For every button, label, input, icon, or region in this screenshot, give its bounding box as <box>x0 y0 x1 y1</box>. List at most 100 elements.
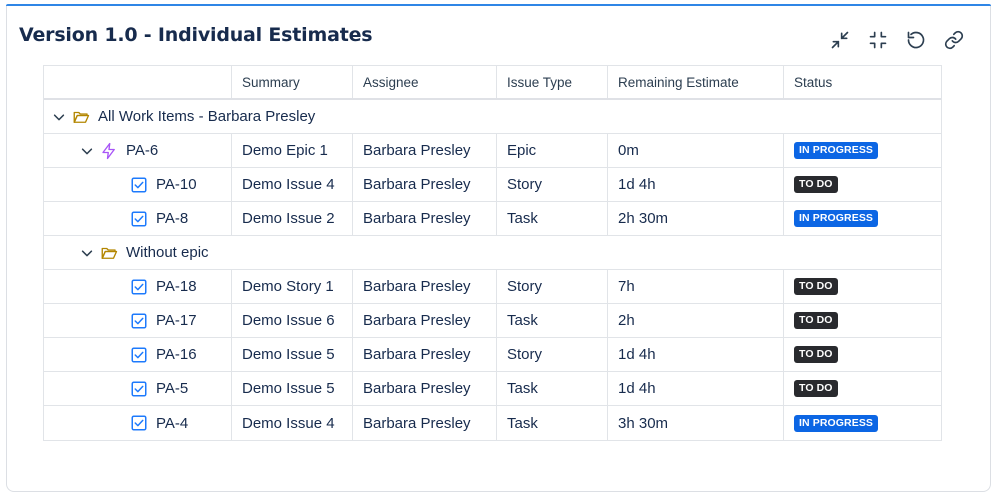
issue-key[interactable]: PA-10 <box>156 176 197 193</box>
summary-cell: Demo Epic 1 <box>232 134 353 167</box>
copy-link-button[interactable] <box>935 28 973 52</box>
estimate-cell: 3h 30m <box>608 406 784 440</box>
table-header: Summary Assignee Issue Type Remaining Es… <box>44 66 941 100</box>
status-cell: TO DO <box>784 372 941 405</box>
issue-key[interactable]: PA-5 <box>156 380 188 397</box>
issue-key[interactable]: PA-4 <box>156 415 188 432</box>
estimate-cell: 1d 4h <box>608 372 784 405</box>
table-row[interactable]: PA-8 Demo Issue 2 Barbara Presley Task 2… <box>44 202 941 236</box>
issue-type-cell: Task <box>497 406 608 440</box>
group-row-all-work-items[interactable]: All Work Items - Barbara Presley <box>44 100 941 134</box>
table-row[interactable]: PA-18 Demo Story 1 Barbara Presley Story… <box>44 270 941 304</box>
status-badge: IN PROGRESS <box>794 210 879 227</box>
issue-key[interactable]: PA-18 <box>156 278 197 295</box>
status-cell: TO DO <box>784 270 941 303</box>
assignee-cell: Barbara Presley <box>353 270 497 303</box>
issue-type-cell: Epic <box>497 134 608 167</box>
estimate-cell: 0m <box>608 134 784 167</box>
table-row[interactable]: PA-16 Demo Issue 5 Barbara Presley Story… <box>44 338 941 372</box>
status-cell: TO DO <box>784 304 941 337</box>
estimate-cell: 2h 30m <box>608 202 784 235</box>
status-badge: IN PROGRESS <box>794 414 879 432</box>
status-cell: TO DO <box>784 168 941 201</box>
group-cell: Without epic <box>44 236 941 269</box>
summary-cell: Demo Issue 5 <box>232 372 353 405</box>
assignee-cell: Barbara Presley <box>353 202 497 235</box>
key-cell: PA-4 <box>44 406 232 440</box>
checkbox-task-icon <box>131 279 147 294</box>
status-cell: IN PROGRESS <box>784 134 941 167</box>
status-cell: IN PROGRESS <box>784 406 941 440</box>
refresh-button[interactable] <box>897 28 935 52</box>
link-icon <box>944 30 964 50</box>
column-header-remaining-estimate[interactable]: Remaining Estimate <box>608 66 784 98</box>
chevron-down-icon[interactable] <box>80 246 94 260</box>
collapse-icon <box>831 31 849 49</box>
checkbox-task-icon <box>131 415 147 431</box>
status-badge: TO DO <box>794 176 838 193</box>
key-cell: PA-10 <box>44 168 232 201</box>
estimate-cell: 1d 4h <box>608 338 784 371</box>
column-header-summary[interactable]: Summary <box>232 66 353 98</box>
group-cell: All Work Items - Barbara Presley <box>44 100 941 133</box>
summary-cell: Demo Issue 2 <box>232 202 353 235</box>
assignee-cell: Barbara Presley <box>353 168 497 201</box>
key-cell: PA-16 <box>44 338 232 371</box>
collapse-button[interactable] <box>821 28 859 52</box>
column-header-issue-type[interactable]: Issue Type <box>497 66 608 98</box>
summary-cell: Demo Issue 4 <box>232 406 353 440</box>
key-cell: PA-18 <box>44 270 232 303</box>
group-label: Without epic <box>126 244 209 261</box>
assignee-cell: Barbara Presley <box>353 134 497 167</box>
issue-key[interactable]: PA-8 <box>156 210 188 227</box>
checkbox-task-icon <box>131 211 147 226</box>
assignee-cell: Barbara Presley <box>353 406 497 440</box>
issue-key[interactable]: PA-17 <box>156 312 197 329</box>
estimate-cell: 1d 4h <box>608 168 784 201</box>
status-badge: TO DO <box>794 380 838 397</box>
page-title: Version 1.0 - Individual Estimates <box>19 24 373 46</box>
toolbar <box>821 28 973 52</box>
issue-key[interactable]: PA-6 <box>126 142 158 159</box>
table-row[interactable]: PA-10 Demo Issue 4 Barbara Presley Story… <box>44 168 941 202</box>
issue-type-cell: Task <box>497 304 608 337</box>
group-label: All Work Items - Barbara Presley <box>98 108 316 125</box>
status-badge: TO DO <box>794 346 838 363</box>
key-cell: PA-17 <box>44 304 232 337</box>
estimate-cell: 2h <box>608 304 784 337</box>
table-row[interactable]: PA-4 Demo Issue 4 Barbara Presley Task 3… <box>44 406 941 440</box>
checkbox-task-icon <box>131 347 147 362</box>
epic-lightning-icon <box>102 142 115 159</box>
table-row[interactable]: PA-5 Demo Issue 5 Barbara Presley Task 1… <box>44 372 941 406</box>
summary-cell: Demo Issue 6 <box>232 304 353 337</box>
status-badge: IN PROGRESS <box>794 142 879 159</box>
summary-cell: Demo Issue 4 <box>232 168 353 201</box>
issue-type-cell: Story <box>497 338 608 371</box>
summary-cell: Demo Story 1 <box>232 270 353 303</box>
chevron-down-icon[interactable] <box>52 110 66 124</box>
group-row-without-epic[interactable]: Without epic <box>44 236 941 270</box>
issue-key[interactable]: PA-16 <box>156 346 197 363</box>
column-header-tree <box>44 66 232 98</box>
key-cell: PA-5 <box>44 372 232 405</box>
key-cell: PA-8 <box>44 202 232 235</box>
table-row[interactable]: PA-17 Demo Issue 6 Barbara Presley Task … <box>44 304 941 338</box>
column-header-status[interactable]: Status <box>784 66 941 98</box>
key-cell: PA-6 <box>44 134 232 167</box>
folder-open-icon <box>101 247 118 259</box>
table-row-epic[interactable]: PA-6 Demo Epic 1 Barbara Presley Epic 0m… <box>44 134 941 168</box>
column-header-assignee[interactable]: Assignee <box>353 66 497 98</box>
assignee-cell: Barbara Presley <box>353 304 497 337</box>
minimize-button[interactable] <box>859 28 897 52</box>
estimates-table: Summary Assignee Issue Type Remaining Es… <box>43 65 942 441</box>
status-badge: TO DO <box>794 278 838 295</box>
issue-type-cell: Story <box>497 168 608 201</box>
chevron-down-icon[interactable] <box>80 144 94 158</box>
status-cell: TO DO <box>784 338 941 371</box>
assignee-cell: Barbara Presley <box>353 338 497 371</box>
status-badge: TO DO <box>794 312 838 329</box>
issue-type-cell: Story <box>497 270 608 303</box>
issue-type-cell: Task <box>497 202 608 235</box>
minimize-icon <box>869 31 887 49</box>
refresh-icon <box>907 31 925 49</box>
